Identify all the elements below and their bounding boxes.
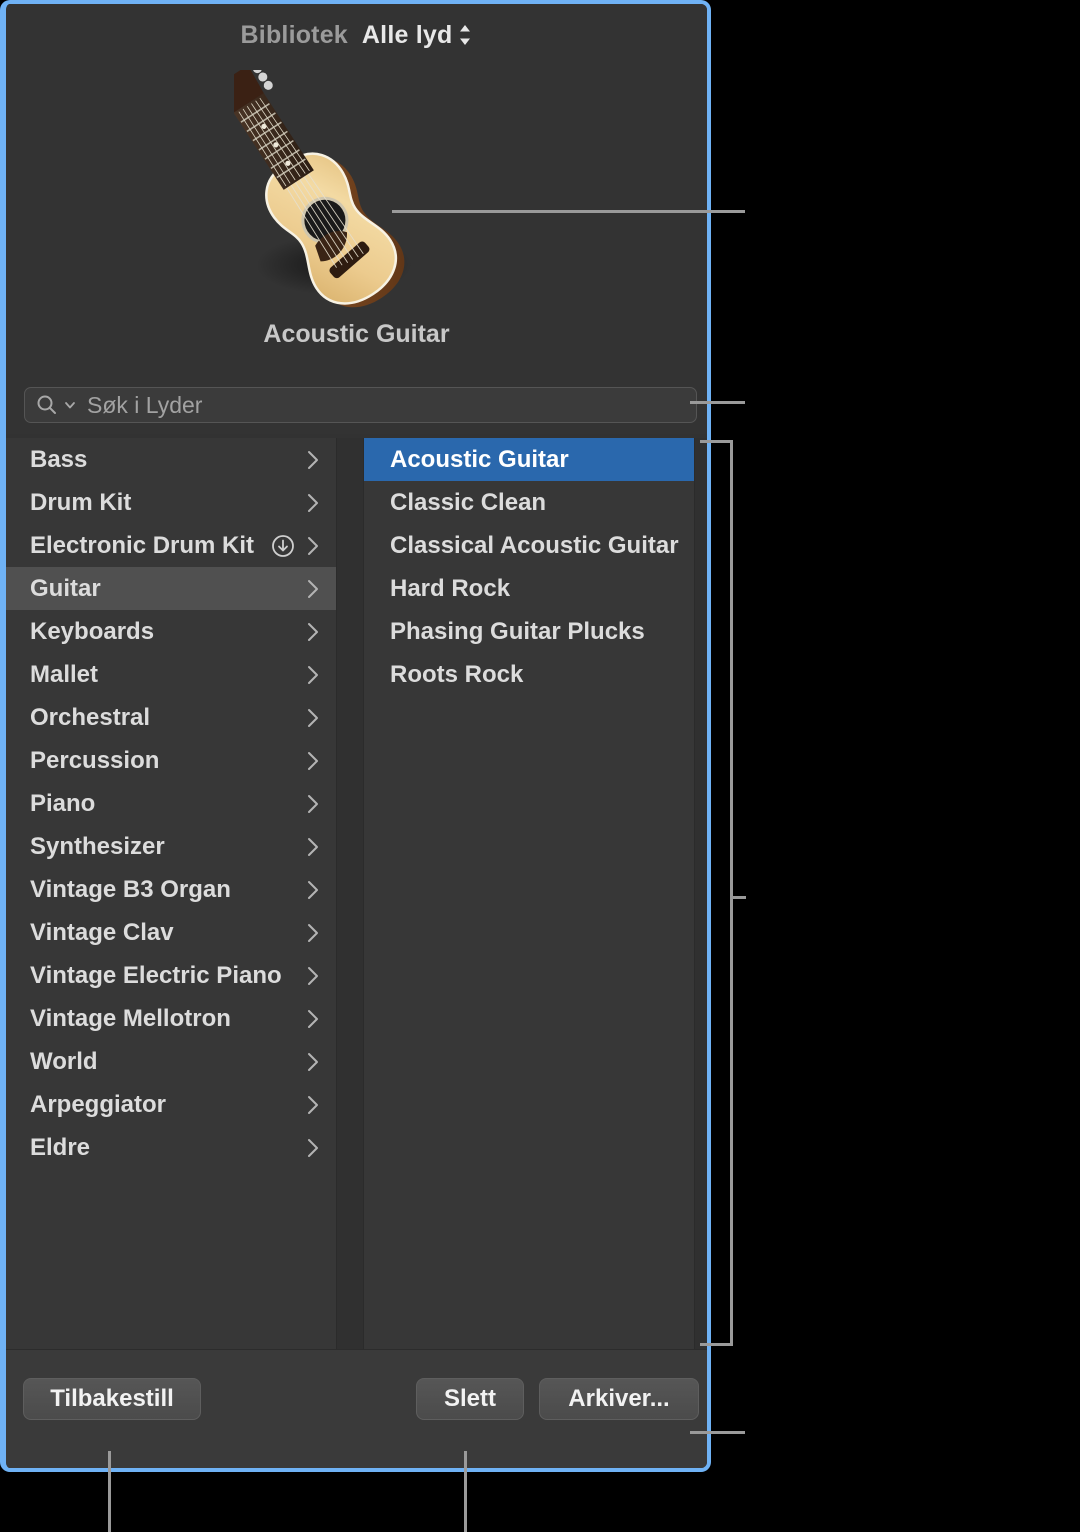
callout-line-preview xyxy=(392,210,745,213)
patch-row-label: Classic Clean xyxy=(390,488,547,516)
search-area: Søk i Lyder xyxy=(6,372,707,434)
category-row-label: Vintage Electric Piano xyxy=(30,961,282,989)
chevron-right-icon[interactable] xyxy=(304,1092,322,1118)
browser-trailing-area xyxy=(694,438,707,1350)
patch-column[interactable]: Acoustic Guitar Classic Clean Classical Ac… xyxy=(364,438,694,1350)
category-row[interactable]: Percussion xyxy=(6,739,336,782)
patch-row[interactable]: Classic Clean xyxy=(364,481,694,524)
callout-bracket-browser xyxy=(730,440,733,1346)
chevron-right-icon[interactable] xyxy=(304,490,322,516)
chevron-right-icon[interactable] xyxy=(304,920,322,946)
chevron-right-icon[interactable] xyxy=(304,1006,322,1032)
chevron-right-icon[interactable] xyxy=(304,963,322,989)
category-row[interactable]: Vintage Mellotron xyxy=(6,997,336,1040)
callout-line-delete-button xyxy=(464,1451,467,1532)
category-row-label: Synthesizer xyxy=(30,832,165,860)
category-row[interactable]: Arpeggiator xyxy=(6,1083,336,1126)
chevron-right-icon[interactable] xyxy=(304,533,322,559)
library-header: Bibliotek Alle lyd xyxy=(6,4,707,66)
sound-scope-label: Alle lyd xyxy=(361,20,453,49)
chevron-right-icon[interactable] xyxy=(304,748,322,774)
category-row[interactable]: Electronic Drum Kit xyxy=(6,524,336,567)
chevron-right-icon[interactable] xyxy=(304,791,322,817)
category-row[interactable]: Guitar xyxy=(6,567,336,610)
category-row[interactable]: Piano xyxy=(6,782,336,825)
category-row[interactable]: Eldre xyxy=(6,1126,336,1169)
category-row-label: Vintage Mellotron xyxy=(30,1004,231,1032)
chevron-right-icon[interactable] xyxy=(304,1135,322,1161)
callout-line-reset-button xyxy=(108,1451,111,1532)
category-row[interactable]: Synthesizer xyxy=(6,825,336,868)
search-placeholder: Søk i Lyder xyxy=(87,391,203,418)
patch-preview-caption: Acoustic Guitar xyxy=(263,320,450,348)
chevron-right-icon[interactable] xyxy=(304,1049,322,1075)
search-input[interactable]: Søk i Lyder xyxy=(24,387,697,423)
category-row-label: Percussion xyxy=(30,746,160,774)
category-row-label: Bass xyxy=(30,445,88,473)
page-title: Bibliotek xyxy=(240,20,348,49)
patch-row-label: Phasing Guitar Plucks xyxy=(390,617,645,645)
library-browser: Bass Drum Kit Electronic Drum Kit Guitar Key… xyxy=(6,438,707,1350)
category-row[interactable]: Mallet xyxy=(6,653,336,696)
callout-bracket-browser-top xyxy=(700,440,733,443)
search-icon xyxy=(35,393,59,417)
column-divider xyxy=(336,438,364,1350)
sound-scope-selector[interactable]: Alle lyd xyxy=(362,21,473,50)
patch-row[interactable]: Roots Rock xyxy=(364,653,694,696)
chevron-right-icon[interactable] xyxy=(304,619,322,645)
category-row[interactable]: Vintage B3 Organ xyxy=(6,868,336,911)
patch-row-label: Hard Rock xyxy=(390,574,511,602)
library-window: Bibliotek Alle lyd Acoustic Guitar Søk i… xyxy=(0,0,711,1472)
patch-row[interactable]: Acoustic Guitar xyxy=(364,438,694,481)
category-row-label: Mallet xyxy=(30,660,99,688)
stepper-updown-icon xyxy=(458,23,472,47)
patch-row[interactable]: Phasing Guitar Plucks xyxy=(364,610,694,653)
category-row[interactable]: Bass xyxy=(6,438,336,481)
acoustic-guitar-image xyxy=(234,70,494,315)
category-row-label: Vintage Clav xyxy=(30,918,174,946)
category-row-label: Electronic Drum Kit xyxy=(30,531,255,559)
patch-row-label: Roots Rock xyxy=(390,660,524,688)
callout-line-save-button xyxy=(690,1431,745,1434)
category-row-label: Guitar xyxy=(30,574,101,602)
category-row-label: Piano xyxy=(30,789,96,817)
category-row-label: Orchestral xyxy=(30,703,151,731)
library-footer: Tilbakestill Slett Arkiver... xyxy=(6,1349,707,1468)
category-row[interactable]: Vintage Electric Piano xyxy=(6,954,336,997)
chevron-right-icon[interactable] xyxy=(304,705,322,731)
callout-bracket-browser-bottom xyxy=(700,1343,733,1346)
category-row[interactable]: Orchestral xyxy=(6,696,336,739)
chevron-right-icon[interactable] xyxy=(304,877,322,903)
chevron-right-icon[interactable] xyxy=(304,834,322,860)
screenshot-root: Bibliotek Alle lyd Acoustic Guitar Søk i… xyxy=(0,0,1080,1532)
category-row-label: Drum Kit xyxy=(30,488,132,516)
patch-row[interactable]: Hard Rock xyxy=(364,567,694,610)
save-button[interactable]: Arkiver... xyxy=(539,1378,699,1420)
patch-preview: Acoustic Guitar xyxy=(6,62,707,372)
category-row[interactable]: World xyxy=(6,1040,336,1083)
chevron-right-icon[interactable] xyxy=(304,576,322,602)
patch-row-label: Classical Acoustic Guitar xyxy=(390,531,679,559)
category-row-label: Arpeggiator xyxy=(30,1090,167,1118)
chevron-down-icon[interactable] xyxy=(63,394,77,416)
callout-line-search xyxy=(690,401,745,404)
callout-bracket-browser-tick xyxy=(730,896,746,899)
category-row-label: Vintage B3 Organ xyxy=(30,875,231,903)
chevron-right-icon[interactable] xyxy=(304,662,322,688)
category-row[interactable]: Vintage Clav xyxy=(6,911,336,954)
category-row[interactable]: Keyboards xyxy=(6,610,336,653)
patch-row[interactable]: Classical Acoustic Guitar xyxy=(364,524,694,567)
chevron-right-icon[interactable] xyxy=(304,447,322,473)
download-icon[interactable] xyxy=(270,533,296,559)
category-column[interactable]: Bass Drum Kit Electronic Drum Kit Guitar Key… xyxy=(6,438,336,1350)
category-row-label: Eldre xyxy=(30,1133,91,1161)
patch-row-label: Acoustic Guitar xyxy=(390,445,569,473)
category-row[interactable]: Drum Kit xyxy=(6,481,336,524)
reset-button[interactable]: Tilbakestill xyxy=(23,1378,201,1420)
category-row-label: World xyxy=(30,1047,98,1075)
delete-button[interactable]: Slett xyxy=(416,1378,524,1420)
category-row-label: Keyboards xyxy=(30,617,155,645)
